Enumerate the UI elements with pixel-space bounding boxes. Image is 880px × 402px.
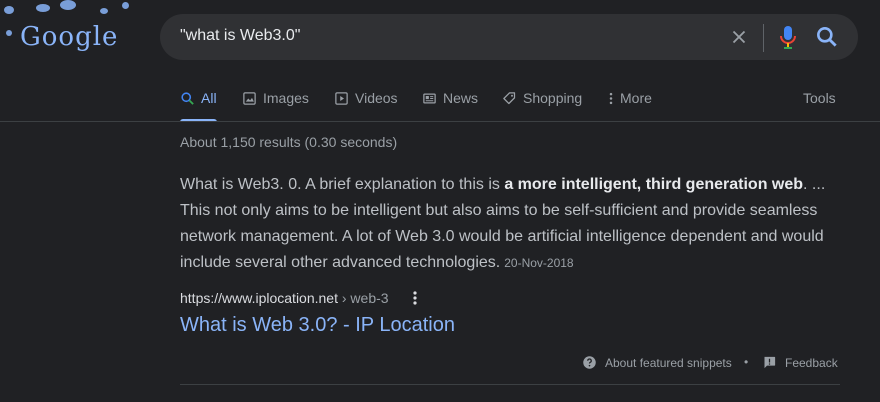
video-icon	[335, 92, 348, 105]
more-vert-icon[interactable]	[408, 290, 422, 306]
doodle-shape	[100, 8, 108, 14]
doodle-shape	[36, 4, 50, 12]
search-icon[interactable]	[814, 24, 840, 50]
result-domain: https://www.iplocation.net	[180, 290, 338, 306]
logo-text: Google	[20, 22, 119, 52]
tab-images[interactable]: Images	[242, 90, 309, 122]
search-icon	[181, 92, 194, 105]
about-label: About featured snippets	[605, 355, 732, 370]
news-icon	[423, 93, 436, 104]
search-bar[interactable]: "what is Web3.0"	[160, 14, 858, 60]
result-divider	[180, 384, 840, 385]
result-breadcrumb: › web-3	[337, 290, 389, 306]
feedback-label: Feedback	[785, 355, 838, 370]
featured-snippet-text: What is Web3. 0. A brief explanation to …	[180, 172, 840, 276]
tools-button[interactable]: Tools	[803, 90, 836, 106]
tab-label: All	[201, 90, 217, 106]
result-stats: About 1,150 results (0.30 seconds)	[180, 134, 398, 150]
doodle-shape	[122, 2, 129, 9]
feedback-link[interactable]: Feedback	[762, 355, 838, 370]
snippet-highlight: a more intelligent, third generation web	[504, 176, 804, 193]
tab-videos[interactable]: Videos	[334, 90, 398, 122]
doodle-shape	[60, 0, 76, 10]
result-title-link[interactable]: What is Web 3.0? - IP Location	[180, 314, 455, 337]
feedback-icon	[764, 356, 776, 369]
tab-label: Images	[263, 90, 309, 106]
tabs-divider	[0, 121, 880, 122]
tab-label: More	[620, 90, 652, 106]
tab-label: Shopping	[523, 90, 583, 106]
tab-news[interactable]: News	[422, 90, 478, 122]
doodle-shape	[4, 6, 14, 14]
google-doodle-logo[interactable]: Google	[0, 0, 140, 62]
about-featured-snippets-link[interactable]: About featured snippets	[582, 355, 732, 370]
snippet-text: What is Web3. 0. A brief explanation to …	[180, 176, 505, 193]
tab-shopping[interactable]: Shopping	[502, 90, 582, 122]
tab-label: Videos	[355, 90, 398, 106]
tab-label: News	[443, 90, 479, 106]
footer-separator: •	[744, 355, 749, 369]
microphone-icon[interactable]	[776, 24, 800, 50]
doodle-shape	[6, 30, 12, 36]
snippet-footer: About featured snippets • Feedback	[582, 355, 842, 373]
search-input[interactable]: "what is Web3.0"	[180, 27, 300, 45]
help-icon	[583, 356, 596, 369]
search-bar-divider	[763, 24, 764, 52]
image-icon	[243, 92, 256, 105]
clear-icon[interactable]	[728, 26, 750, 48]
snippet-date: 20-Nov-2018	[504, 256, 574, 270]
more-vert-icon	[609, 92, 613, 105]
tab-more[interactable]: More	[608, 90, 652, 122]
tab-all[interactable]: All	[180, 90, 217, 122]
tag-icon	[503, 92, 516, 105]
result-url[interactable]: https://www.iplocation.net › web-3	[180, 290, 389, 306]
